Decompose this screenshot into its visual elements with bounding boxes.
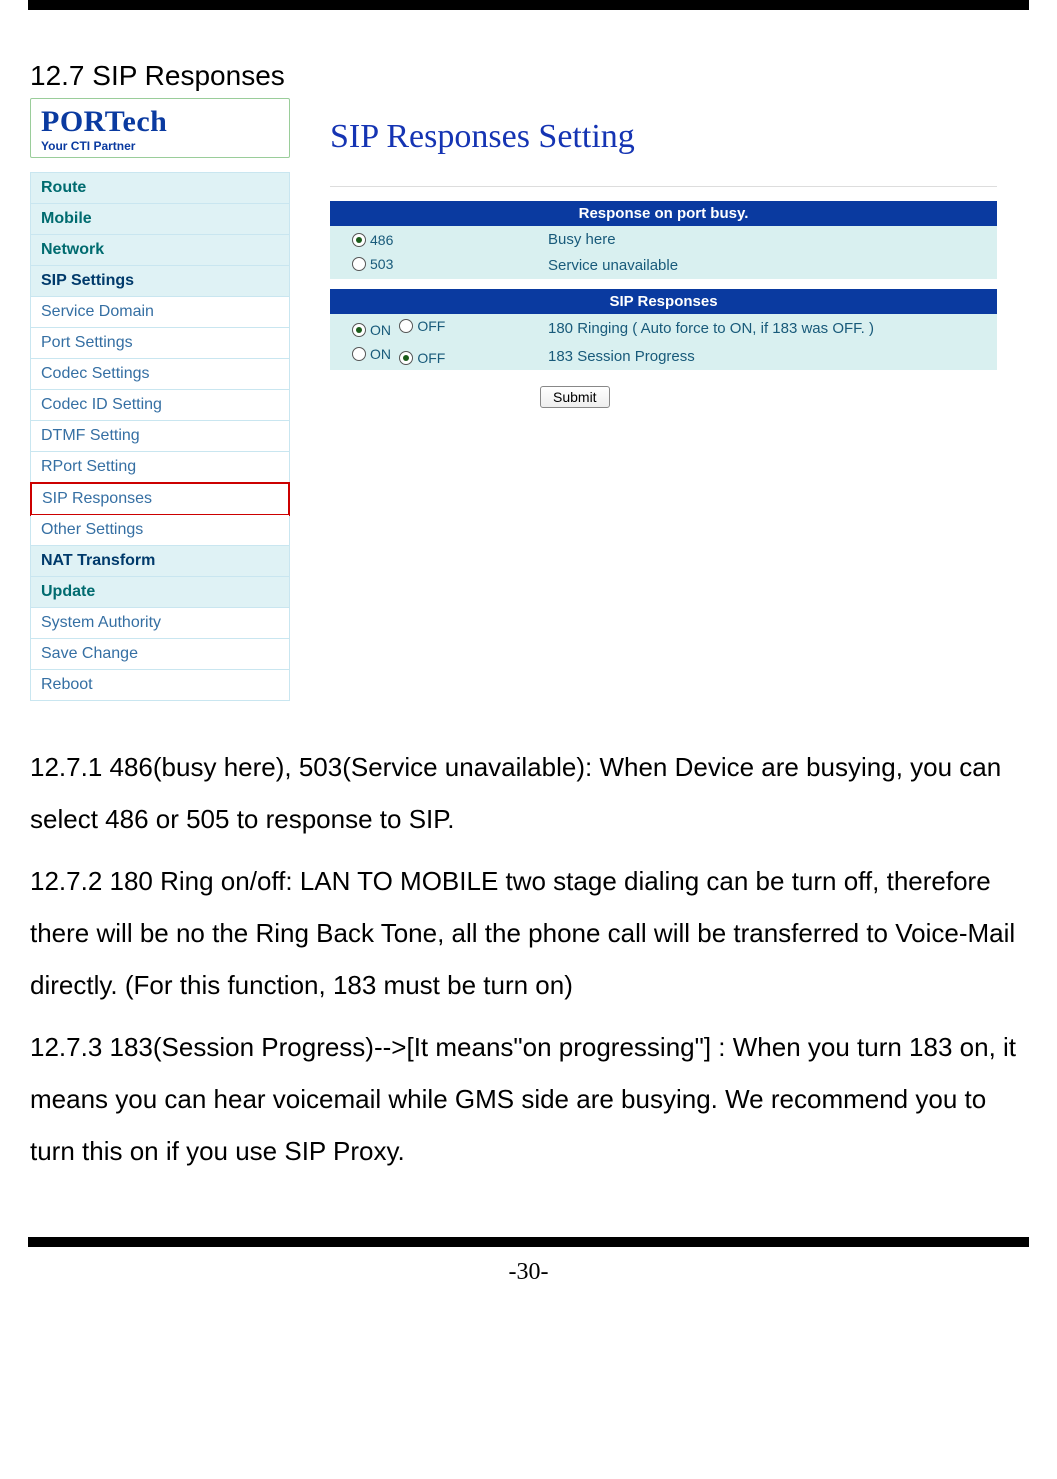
- brand-logo: PORTech Your CTI Partner: [30, 98, 290, 158]
- sidebar-item-codec-id-setting[interactable]: Codec ID Setting: [31, 390, 289, 421]
- response-desc: Busy here: [540, 226, 997, 252]
- table-row: 503 Service unavailable: [330, 252, 997, 279]
- content-pane: SIP Responses Setting Response on port b…: [330, 98, 1057, 701]
- sidebar-item-system-authority[interactable]: System Authority: [31, 608, 289, 639]
- brand-tagline: Your CTI Partner: [41, 139, 279, 153]
- submit-button[interactable]: Submit: [540, 386, 610, 408]
- sidebar-item-mobile[interactable]: Mobile: [31, 204, 289, 235]
- sidebar-item-sip-settings[interactable]: SIP Settings: [31, 266, 289, 297]
- sip-responses-table: SIP Responses ON OFF 180 Ringing ( Auto f…: [330, 289, 997, 370]
- table-row: ON OFF 180 Ringing ( Auto force to ON, if…: [330, 314, 997, 342]
- doc-paragraph: 12.7.2 180 Ring on/off: LAN TO MOBILE tw…: [30, 855, 1017, 1011]
- sidebar-item-dtmf-setting[interactable]: DTMF Setting: [31, 421, 289, 452]
- sidebar-item-port-settings[interactable]: Port Settings: [31, 328, 289, 359]
- radio-503[interactable]: 503: [352, 256, 393, 272]
- sidebar-item-nat-transform[interactable]: NAT Transform: [31, 546, 289, 577]
- divider: [330, 186, 997, 187]
- response-desc: Service unavailable: [540, 252, 997, 279]
- sidebar-item-network[interactable]: Network: [31, 235, 289, 266]
- radio-off[interactable]: OFF: [399, 350, 445, 366]
- radio-486[interactable]: 486: [352, 232, 393, 248]
- sidebar-item-other-settings[interactable]: Other Settings: [31, 515, 289, 546]
- sidebar-item-save-change[interactable]: Save Change: [31, 639, 289, 670]
- brand-name: PORTech: [41, 105, 279, 139]
- sidebar: PORTech Your CTI Partner RouteMobileNetw…: [30, 98, 290, 701]
- sidebar-item-rport-setting[interactable]: RPort Setting: [31, 452, 289, 483]
- radio-off[interactable]: OFF: [399, 318, 445, 334]
- sidebar-item-service-domain[interactable]: Service Domain: [31, 297, 289, 328]
- response-port-busy-table: Response on port busy. 486 Busy here 503 S…: [330, 201, 997, 279]
- sidebar-item-route[interactable]: Route: [31, 173, 289, 204]
- response-desc: 180 Ringing ( Auto force to ON, if 183 w…: [540, 314, 997, 342]
- doc-paragraph: 12.7.1 486(busy here), 503(Service unava…: [30, 741, 1017, 845]
- sidebar-item-update[interactable]: Update: [31, 577, 289, 608]
- radio-on[interactable]: ON: [352, 346, 391, 362]
- table-row: 486 Busy here: [330, 226, 997, 252]
- section-heading: 12.7 SIP Responses: [30, 60, 1057, 92]
- doc-paragraph: 12.7.3 183(Session Progress)-->[It means…: [30, 1021, 1017, 1177]
- page-number: -30-: [0, 1259, 1057, 1286]
- documentation-body: 12.7.1 486(busy here), 503(Service unava…: [30, 741, 1017, 1177]
- nav-menu: RouteMobileNetworkSIP SettingsService Do…: [30, 172, 290, 701]
- table-row: ON OFF 183 Session Progress: [330, 342, 997, 370]
- radio-on[interactable]: ON: [352, 322, 391, 338]
- table-header: SIP Responses: [330, 289, 997, 314]
- page-title: SIP Responses Setting: [330, 118, 997, 156]
- top-rule: [28, 0, 1029, 10]
- sidebar-item-sip-responses[interactable]: SIP Responses: [30, 482, 290, 516]
- response-desc: 183 Session Progress: [540, 342, 997, 370]
- sidebar-item-codec-settings[interactable]: Codec Settings: [31, 359, 289, 390]
- sidebar-item-reboot[interactable]: Reboot: [31, 670, 289, 700]
- bottom-rule: [28, 1237, 1029, 1247]
- table-header: Response on port busy.: [330, 201, 997, 226]
